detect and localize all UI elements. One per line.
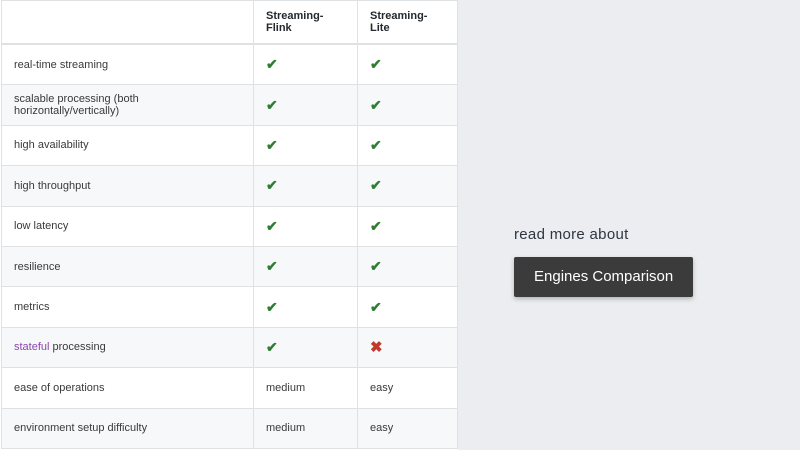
feature-cell: scalable processing (both horizontally/v… — [1, 84, 254, 126]
stateful-link[interactable]: stateful — [14, 341, 49, 353]
read-more-text: read more about — [514, 226, 629, 243]
feature-cell: real-time streaming — [1, 43, 254, 86]
flink-value: ✔ — [253, 326, 358, 369]
table-row: real-time streaming ✔ ✔ — [1, 43, 458, 86]
flink-value: ✔ — [253, 165, 358, 207]
check-icon: ✔ — [266, 338, 278, 355]
feature-text: processing — [49, 341, 106, 354]
lite-value: ✔ — [357, 245, 458, 288]
check-icon: ✔ — [266, 96, 278, 113]
flink-value: medium — [253, 367, 358, 409]
header-streaming-lite: Streaming-Lite — [357, 0, 458, 45]
table-row: resilience ✔ ✔ — [1, 245, 458, 288]
lite-value: ✔ — [357, 84, 458, 126]
check-icon: ✔ — [370, 217, 382, 234]
cross-icon: ✖ — [370, 339, 383, 357]
lite-value: ✔ — [357, 124, 458, 167]
flink-value: medium — [253, 407, 358, 449]
lite-value: ✖ — [357, 326, 458, 369]
feature-cell: low latency — [1, 205, 254, 247]
check-icon: ✔ — [370, 56, 382, 73]
feature-cell: ease of operations — [1, 367, 254, 409]
check-icon: ✔ — [266, 56, 278, 73]
flink-value: ✔ — [253, 245, 358, 288]
table-row: metrics ✔ ✔ — [1, 286, 458, 328]
lite-value: ✔ — [357, 205, 458, 247]
feature-cell: stateful processing — [1, 326, 254, 369]
table-row: ease of operations medium easy — [1, 367, 458, 409]
table-row: high availability ✔ ✔ — [1, 124, 458, 167]
feature-cell: resilience — [1, 245, 254, 288]
feature-cell: environment setup difficulty — [1, 407, 254, 449]
flink-value: ✔ — [253, 124, 358, 167]
lite-value: easy — [357, 367, 458, 409]
comparison-table-container: Streaming-Flink Streaming-Lite real-time… — [0, 0, 458, 450]
check-icon: ✔ — [266, 136, 278, 153]
header-feature — [1, 0, 254, 45]
table-row: environment setup difficulty medium easy — [1, 407, 458, 449]
flink-value: ✔ — [253, 84, 358, 126]
engines-comparison-button[interactable]: Engines Comparison — [514, 257, 694, 297]
table-row: scalable processing (both horizontally/v… — [1, 84, 458, 126]
flink-value: ✔ — [253, 205, 358, 247]
table-row: low latency ✔ ✔ — [1, 205, 458, 247]
check-icon: ✔ — [370, 136, 382, 153]
lite-value: ✔ — [357, 43, 458, 86]
table-row: stateful processing ✔ ✖ — [1, 326, 458, 369]
check-icon: ✔ — [266, 177, 278, 194]
check-icon: ✔ — [370, 258, 382, 275]
feature-cell: high availability — [1, 124, 254, 167]
table-header-row: Streaming-Flink Streaming-Lite — [1, 0, 458, 45]
lite-value: ✔ — [357, 165, 458, 207]
flink-value: ✔ — [253, 43, 358, 86]
check-icon: ✔ — [266, 298, 278, 315]
lite-value: easy — [357, 407, 458, 449]
check-icon: ✔ — [266, 217, 278, 234]
read-more-panel: read more about Engines Comparison — [514, 226, 694, 297]
check-icon: ✔ — [370, 96, 382, 113]
flink-value: ✔ — [253, 286, 358, 328]
feature-cell: metrics — [1, 286, 254, 328]
check-icon: ✔ — [370, 177, 382, 194]
table-row: high throughput ✔ ✔ — [1, 165, 458, 207]
header-streaming-flink: Streaming-Flink — [253, 0, 358, 45]
check-icon: ✔ — [266, 258, 278, 275]
check-icon: ✔ — [370, 298, 382, 315]
lite-value: ✔ — [357, 286, 458, 328]
engine-comparison-table: Streaming-Flink Streaming-Lite real-time… — [1, 0, 458, 449]
feature-cell: high throughput — [1, 165, 254, 207]
